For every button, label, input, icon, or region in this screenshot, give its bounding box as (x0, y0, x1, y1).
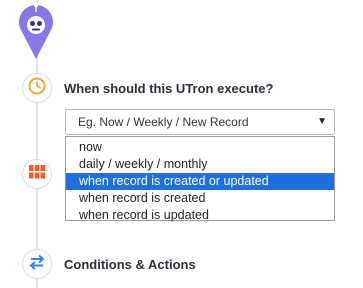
trigger-option-now[interactable]: now (66, 139, 334, 156)
swap-arrows-icon (28, 254, 46, 275)
clock-icon (28, 77, 46, 100)
step-when-circle (22, 73, 52, 103)
step-when-title: When should this UTron execute? (64, 81, 274, 96)
trigger-option-scheduled[interactable]: daily / weekly / monthly (66, 156, 334, 173)
trigger-select[interactable]: Eg. Now / Weekly / New Record ▼ (65, 109, 335, 135)
dropdown-arrow-icon: ▼ (317, 116, 327, 127)
step-record-circle (22, 159, 52, 189)
trigger-option-updated[interactable]: when record is updated (66, 207, 334, 224)
trigger-select-value: Eg. Now / Weekly / New Record (78, 115, 249, 129)
utron-robot-marker-icon (16, 2, 56, 60)
trigger-option-created[interactable]: when record is created (66, 190, 334, 207)
trigger-option-created-or-updated[interactable]: when record is created or updated (66, 173, 334, 190)
grid-icon (29, 164, 45, 184)
step-conditions-title[interactable]: Conditions & Actions (64, 257, 196, 272)
step-conditions-circle (22, 249, 52, 279)
trigger-options-list: now daily / weekly / monthly when record… (65, 136, 335, 224)
